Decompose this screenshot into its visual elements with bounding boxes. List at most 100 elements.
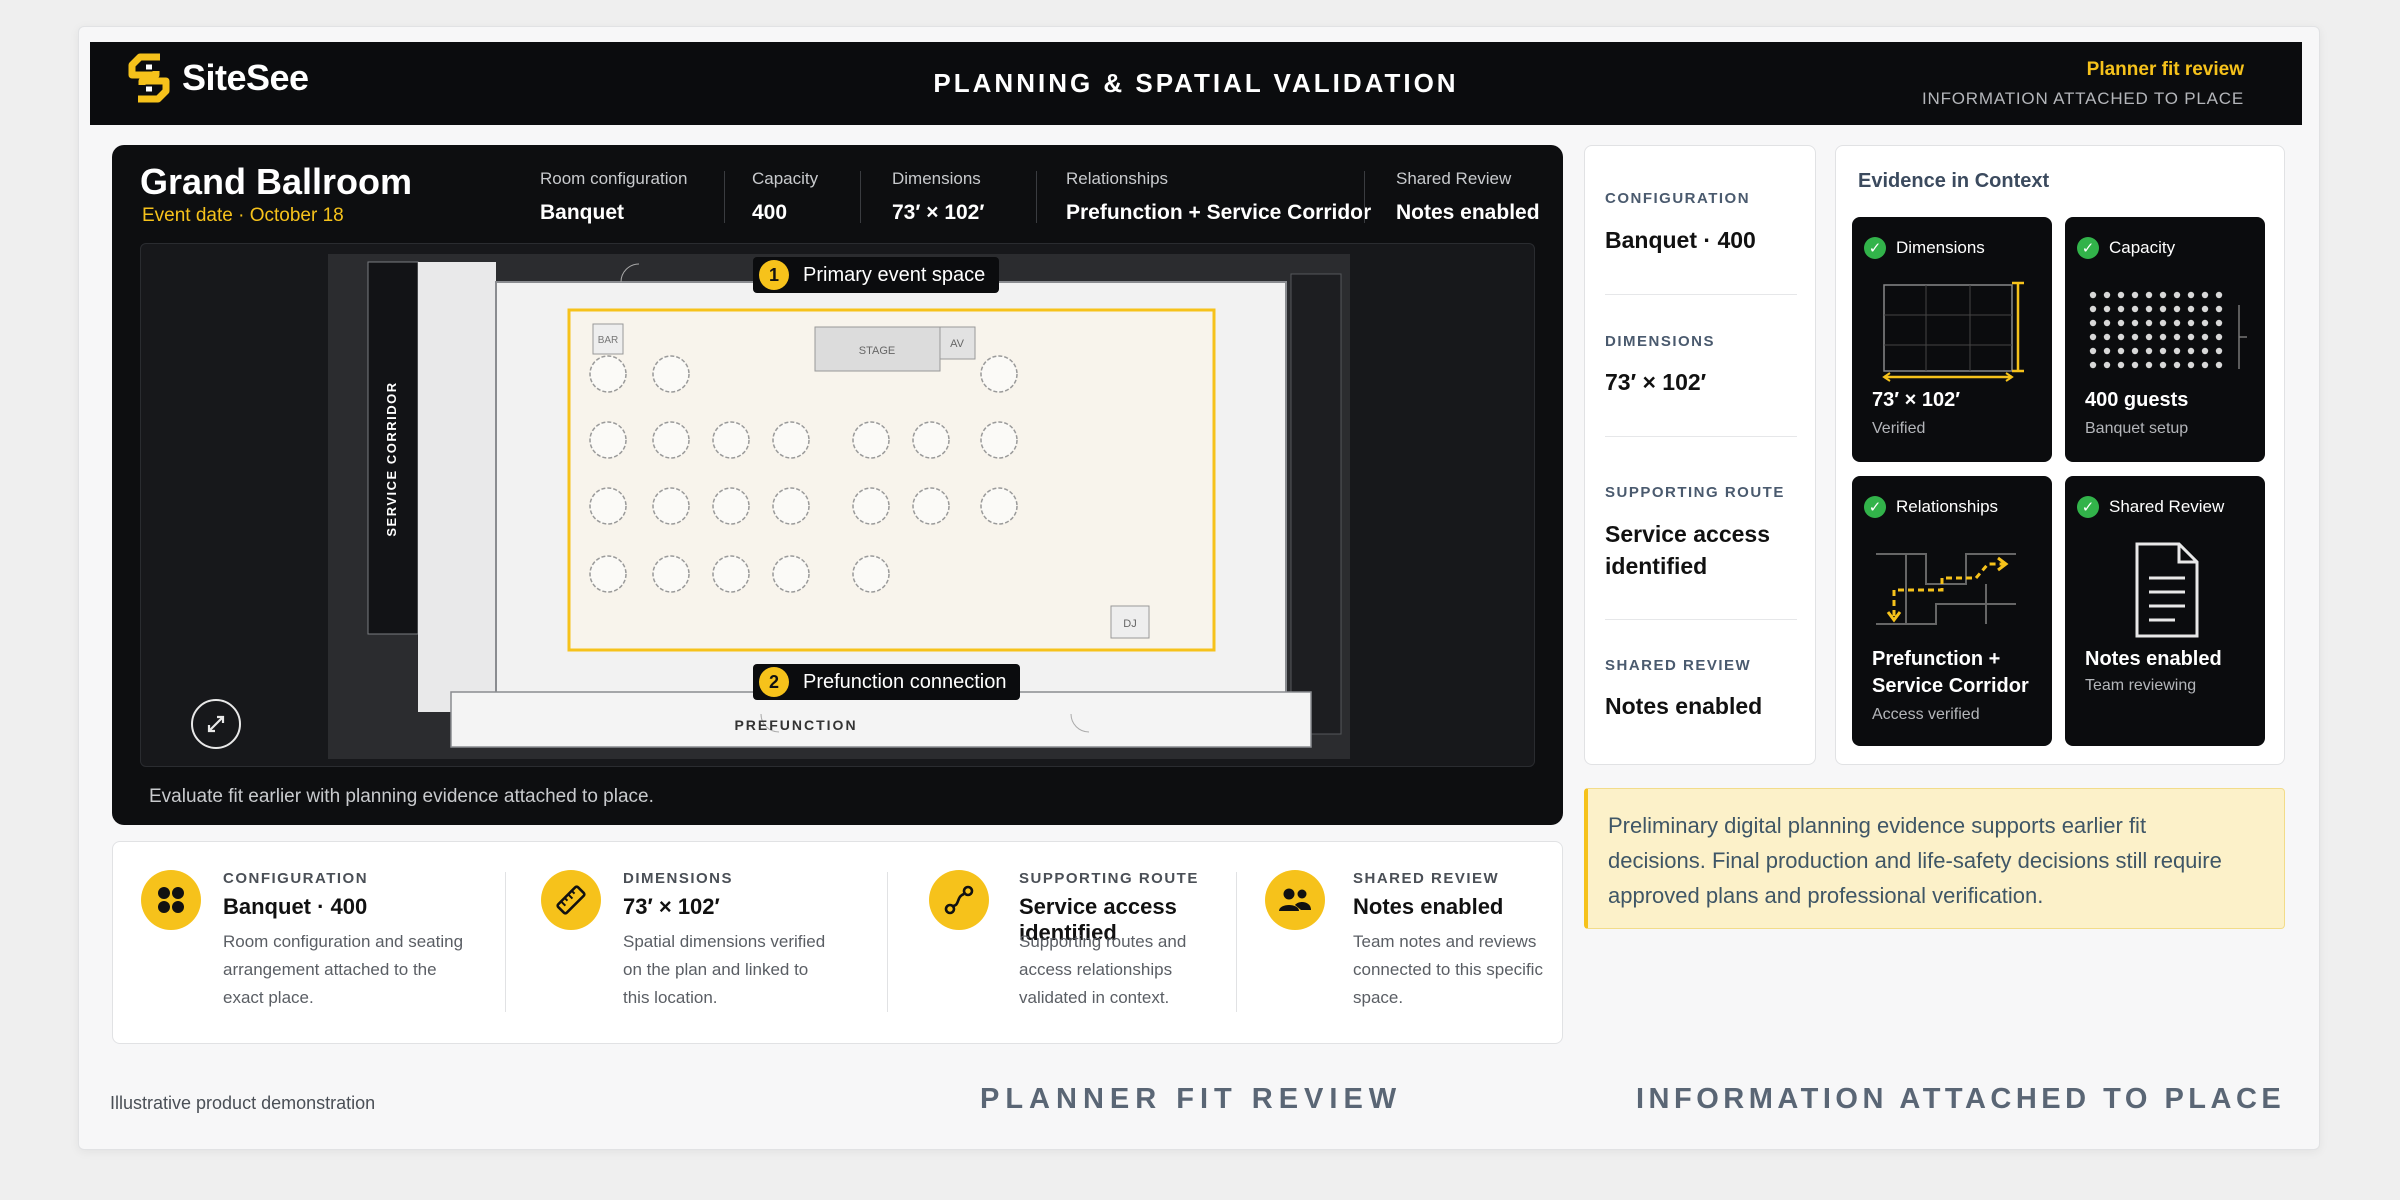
fact-label: DIMENSIONS [1605, 333, 1716, 350]
seat-dot [2201, 291, 2209, 299]
evidence-tile-dimensions[interactable]: ✓ Dimensions 73′ × 102′ Verified [1852, 217, 2052, 462]
header-subtitle: INFORMATION ATTACHED TO PLACE [1922, 89, 2244, 108]
ruler-icon [541, 870, 601, 930]
banquet-table [652, 487, 690, 525]
check-icon: ✓ [2077, 496, 2099, 518]
desc-line: access relationships [1019, 960, 1173, 979]
seat-dot [2159, 347, 2167, 355]
summary-label: DIMENSIONS [623, 870, 734, 887]
tile-value-line: Prefunction + [1872, 648, 2001, 670]
info-label: Shared Review [1396, 169, 1512, 188]
seat-dot [2215, 291, 2223, 299]
banquet-table [980, 355, 1018, 393]
header-meta: Planner fit review INFORMATION ATTACHED … [1922, 59, 2244, 109]
callout-label: Prefunction connection [803, 670, 1007, 693]
seat-dot [2159, 319, 2167, 327]
seat-dot [2131, 319, 2139, 327]
banquet-table [652, 555, 690, 593]
fact-value: 73′ × 102′ [1605, 369, 1707, 395]
expand-icon[interactable] [191, 699, 241, 749]
seat-dot [2089, 347, 2097, 355]
seat-dot [2187, 361, 2195, 369]
desc-line: this location. [623, 988, 718, 1007]
disclaimer-note: Preliminary digital planning evidence su… [1584, 788, 2285, 929]
tile-header: ✓ Shared Review [2077, 496, 2224, 518]
banquet-table [652, 355, 690, 393]
event-date: Event date · October 18 [142, 205, 344, 226]
desc-line: arrangement attached to the [223, 960, 437, 979]
tile-heading: Dimensions [1896, 238, 1985, 257]
banquet-table [589, 355, 627, 393]
av-label: AV [950, 338, 965, 350]
evidence-tile-shared-review[interactable]: ✓ Shared Review Notes enabled Team revie… [2065, 476, 2265, 746]
callout-prefunction-connection[interactable]: 2 Prefunction connection [753, 664, 1021, 700]
seat-dot [2215, 333, 2223, 341]
tile-subtext: Access verified [1872, 706, 1980, 723]
seat-dot [2103, 333, 2111, 341]
desc-line: on the plan and linked to [623, 960, 809, 979]
summary-description: Supporting routes and access relationshi… [1019, 928, 1186, 1012]
summary-description: Room configuration and seating arrangeme… [223, 928, 463, 1012]
seat-dot [2159, 305, 2167, 313]
seat-dot [2145, 291, 2153, 299]
info-shared-review: Shared Review Notes enabled [1396, 169, 1540, 225]
fact-value: Banquet · 400 [1605, 227, 1756, 253]
fact-label: SHARED REVIEW [1605, 657, 1752, 674]
seat-dot [2173, 347, 2181, 355]
banquet-table [712, 487, 750, 525]
desc-line: Spatial dimensions verified [623, 932, 826, 951]
evidence-tile-capacity[interactable]: ✓ Capacity 400 guests Banquet setup [2065, 217, 2265, 462]
tile-subtext: Banquet setup [2085, 420, 2189, 437]
seat-dot [2089, 333, 2097, 341]
seat-dot [2089, 305, 2097, 313]
seat-dot [2201, 333, 2209, 341]
evidence-tile-relationships[interactable]: ✓ Relationships Prefunction + Service Co… [1852, 476, 2052, 746]
info-label: Dimensions [892, 169, 981, 188]
info-value: 400 [752, 201, 788, 224]
plan-caption: Evaluate fit earlier with planning evide… [149, 786, 654, 807]
check-icon: ✓ [1864, 237, 1886, 259]
fact-value: Service access identified [1605, 521, 1770, 579]
bar-label: BAR [598, 335, 619, 346]
banquet-table [980, 487, 1018, 525]
callout-primary-event-space[interactable]: 1 Primary event space [753, 257, 1000, 293]
seat-dot [2159, 333, 2167, 341]
footer-disclaimer: Illustrative product demonstration [110, 1093, 376, 1113]
banquet-table [712, 555, 750, 593]
seat-dot [2117, 305, 2125, 313]
tile-heading: Shared Review [2109, 497, 2225, 516]
room-name: Grand Ballroom [140, 161, 413, 202]
seat-dot [2201, 305, 2209, 313]
summary-strip: CONFIGURATION Banquet · 400 Room configu… [112, 841, 1563, 1044]
route-map-icon [1876, 553, 2016, 625]
people-icon [1265, 870, 1325, 930]
seat-dot [2131, 361, 2139, 369]
desc-line: exact place. [223, 988, 314, 1007]
seat-dot [2145, 305, 2153, 313]
info-value: 73′ × 102′ [892, 201, 985, 224]
stage-label: STAGE [859, 345, 895, 357]
tile-value: 73′ × 102′ [1872, 389, 1960, 411]
seat-dot [2145, 333, 2153, 341]
seat-dot [2187, 333, 2195, 341]
tile-value-line: Service Corridor [1872, 675, 2029, 697]
callout-label: Primary event space [803, 263, 986, 286]
banquet-table [852, 421, 890, 459]
route-icon [929, 870, 989, 930]
service-corridor-label: SERVICE CORRIDOR [384, 381, 399, 536]
callout-number: 2 [759, 667, 789, 697]
summary-shared-review: SHARED REVIEW Notes enabled Team notes a… [1237, 842, 1557, 1045]
desc-line: space. [1353, 988, 1404, 1007]
seat-dot [2173, 305, 2181, 313]
info-dimensions: Dimensions 73′ × 102′ [892, 169, 984, 225]
seat-dot [2215, 347, 2223, 355]
banquet-table [589, 421, 627, 459]
desc-line: Team notes and reviews [1353, 932, 1537, 951]
seat-dot [2173, 361, 2181, 369]
footer-tagline: PLANNER FIT REVIEW [980, 1083, 1403, 1115]
seat-dot [2131, 347, 2139, 355]
info-relationships: Relationships Prefunction + Service Corr… [1066, 169, 1371, 225]
document-icon [2135, 542, 2199, 638]
seat-dot [2117, 347, 2125, 355]
divider [505, 872, 506, 1012]
